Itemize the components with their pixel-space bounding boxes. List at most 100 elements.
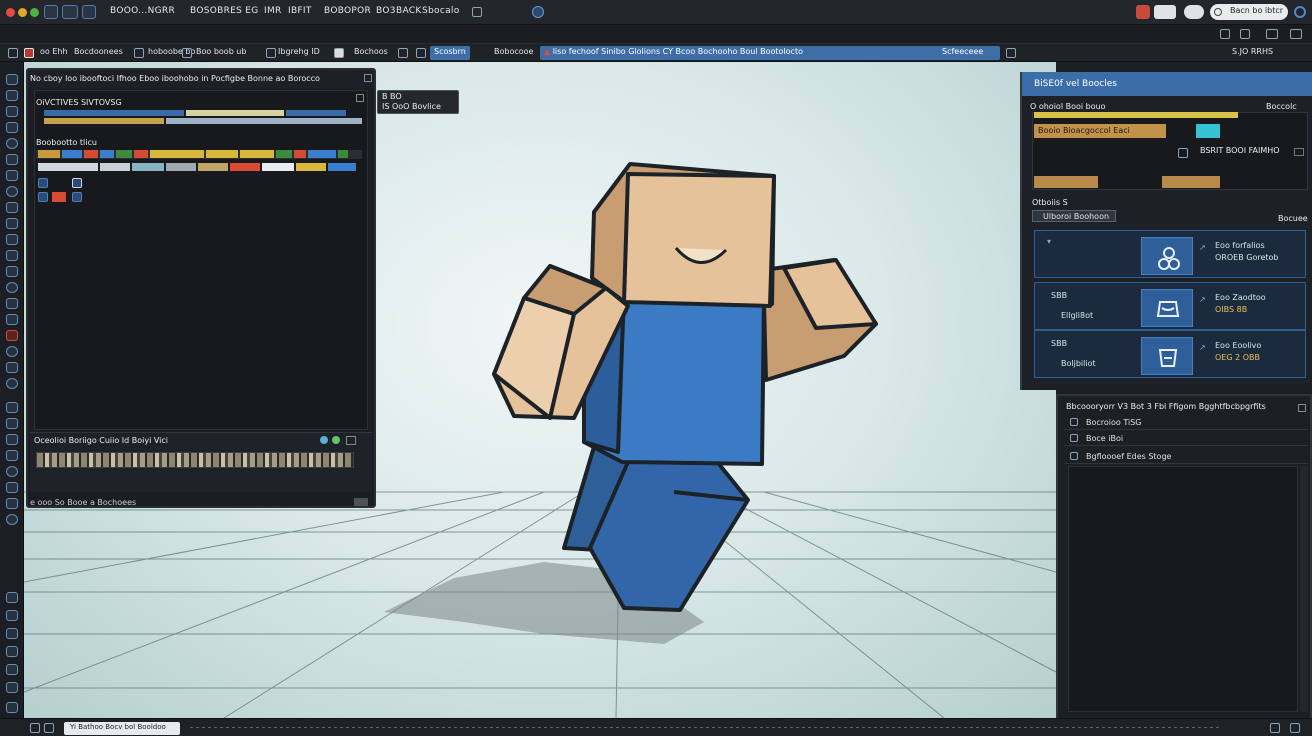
- key-marker-3[interactable]: [38, 192, 48, 202]
- mini-timeline-expand-icon[interactable]: [1294, 148, 1304, 156]
- strip-tool-21-icon[interactable]: [6, 402, 18, 413]
- menu-item-pose[interactable]: BACK: [396, 6, 422, 16]
- help-icon[interactable]: [1294, 6, 1306, 18]
- key-marker-5[interactable]: [72, 192, 82, 202]
- strip-tool-11-icon[interactable]: [6, 234, 18, 245]
- track-1-clip-a[interactable]: [44, 110, 184, 116]
- strip-tool-4-icon[interactable]: [6, 122, 18, 133]
- key-8[interactable]: [206, 150, 238, 158]
- tab-close-icon[interactable]: [1006, 48, 1016, 58]
- outliner-row-3[interactable]: Bgfloooef Edes Stoge: [1064, 450, 1308, 464]
- layout-icon[interactable]: [62, 5, 78, 19]
- strip-tool-13-icon[interactable]: [6, 266, 18, 277]
- record-icon[interactable]: [1136, 5, 1150, 19]
- section-collapse-icon[interactable]: [356, 94, 364, 102]
- key-marker-1[interactable]: [38, 178, 48, 188]
- outliner-content[interactable]: [1068, 466, 1298, 712]
- menu-item-edit[interactable]: BOSOBRES EG: [190, 6, 259, 16]
- menu-item-insert[interactable]: IBFIT: [288, 6, 312, 16]
- strip-tool-34-icon[interactable]: [6, 682, 18, 693]
- asset-card-2[interactable]: SBB Ellgli8ot ↗ Eoo Zaodtoo OIBS 8B: [1034, 282, 1306, 330]
- tool-icon-a[interactable]: [134, 48, 144, 58]
- assets-filter[interactable]: Ulboroi Boohoon: [1032, 210, 1116, 222]
- tool-scosbrn[interactable]: Scosbrn: [430, 46, 470, 60]
- tool-bochoos[interactable]: Bochoos: [350, 46, 392, 60]
- window-maximize-icon[interactable]: [1240, 29, 1250, 39]
- mini-clip-1[interactable]: [1034, 176, 1098, 188]
- maximize-window-dot[interactable]: [30, 8, 39, 17]
- outliner-row-1[interactable]: Bocroioo TiSG: [1064, 416, 1308, 430]
- strip-tool-35-icon[interactable]: [6, 702, 18, 713]
- viewport-badge[interactable]: B BO IS OoO Bovlice: [377, 90, 459, 114]
- strip-tool-29-icon[interactable]: [6, 592, 18, 603]
- strip-tool-6-icon[interactable]: [6, 154, 18, 165]
- menu-item-tools[interactable]: BO3: [376, 6, 396, 16]
- key-10[interactable]: [276, 150, 292, 158]
- tool-icon-e[interactable]: [398, 48, 408, 58]
- window-tile-icon[interactable]: [1266, 29, 1278, 39]
- strip-tool-24-icon[interactable]: [6, 450, 18, 461]
- strip-tool-16-icon[interactable]: [6, 314, 18, 325]
- account-icon[interactable]: [1184, 5, 1204, 19]
- key-6[interactable]: [134, 150, 148, 158]
- strip-tool-3-icon[interactable]: [6, 106, 18, 117]
- key-9[interactable]: [240, 150, 274, 158]
- close-window-dot[interactable]: [6, 8, 15, 17]
- status-layers-icon[interactable]: [30, 723, 40, 733]
- thumbnail-frames[interactable]: [36, 452, 354, 468]
- globe-icon[interactable]: [532, 6, 544, 18]
- user-icon[interactable]: [24, 48, 34, 58]
- track-1-clip-c[interactable]: [286, 110, 346, 116]
- key-13[interactable]: [338, 150, 348, 158]
- strip-tool-20-icon[interactable]: [6, 378, 18, 389]
- settings-icon[interactable]: [472, 7, 482, 17]
- key-19[interactable]: [230, 163, 260, 171]
- tool-icon-f[interactable]: [416, 48, 426, 58]
- tool-bocdoonees[interactable]: Bocdoonees: [70, 46, 127, 60]
- menu-item-view[interactable]: IMR: [264, 6, 282, 16]
- key-marker-2[interactable]: [72, 178, 82, 188]
- key-1[interactable]: [38, 150, 60, 158]
- menu-item-file[interactable]: BOOO...NGRR: [110, 6, 175, 16]
- key-marker-4[interactable]: [52, 192, 66, 202]
- mini-timeline-marker[interactable]: [1196, 124, 1220, 138]
- key-21[interactable]: [296, 163, 326, 171]
- strip-tool-31-icon[interactable]: [6, 628, 18, 639]
- strip-tool-33-icon[interactable]: [6, 664, 18, 675]
- key-22[interactable]: [328, 163, 356, 171]
- track-1b-clip-b[interactable]: [166, 118, 362, 124]
- key-11[interactable]: [294, 150, 306, 158]
- mini-timeline-bar[interactable]: [1034, 112, 1238, 118]
- strip-tool-30-icon[interactable]: [6, 610, 18, 621]
- tool-ehh[interactable]: oo Ehh: [36, 46, 72, 60]
- strip-tool-9-icon[interactable]: [6, 202, 18, 213]
- menu-item-object[interactable]: BOBOPOR: [324, 6, 371, 16]
- window-restore-icon[interactable]: [1220, 29, 1230, 39]
- outliner-scrollbar[interactable]: [1300, 466, 1308, 712]
- key-7[interactable]: [150, 150, 204, 158]
- tool-bobocooe[interactable]: Bobocooe: [490, 46, 537, 60]
- key-2[interactable]: [62, 150, 82, 158]
- track-1b-clip-a[interactable]: [44, 118, 164, 124]
- key-12[interactable]: [308, 150, 336, 158]
- mini-timeline-icon[interactable]: [1178, 148, 1188, 158]
- strip-tool-1-icon[interactable]: [6, 74, 18, 85]
- strip-tool-10-icon[interactable]: [6, 218, 18, 229]
- key-14[interactable]: [38, 163, 98, 171]
- status-grid-icon[interactable]: [44, 723, 54, 733]
- tool-ibgrehg[interactable]: Ibgrehg ID: [274, 46, 324, 60]
- tool-boo-boob[interactable]: Boo boob ub: [192, 46, 250, 60]
- strip-tool-22-icon[interactable]: [6, 418, 18, 429]
- track-1-clip-b[interactable]: [186, 110, 284, 116]
- key-16[interactable]: [132, 163, 164, 171]
- tool-icon-d[interactable]: [334, 48, 344, 58]
- tool-far-right[interactable]: S.JO RRHS: [1228, 46, 1277, 60]
- strip-tool-18-icon[interactable]: [6, 346, 18, 357]
- strip-tool-17-icon[interactable]: [6, 330, 18, 341]
- share-icon[interactable]: [1154, 5, 1176, 19]
- menu-icon[interactable]: [8, 48, 18, 58]
- key-5[interactable]: [116, 150, 132, 158]
- timeline-footer-button[interactable]: [354, 498, 368, 506]
- minimize-window-dot[interactable]: [18, 8, 27, 17]
- menu-item-back[interactable]: Sbocalo: [422, 6, 460, 16]
